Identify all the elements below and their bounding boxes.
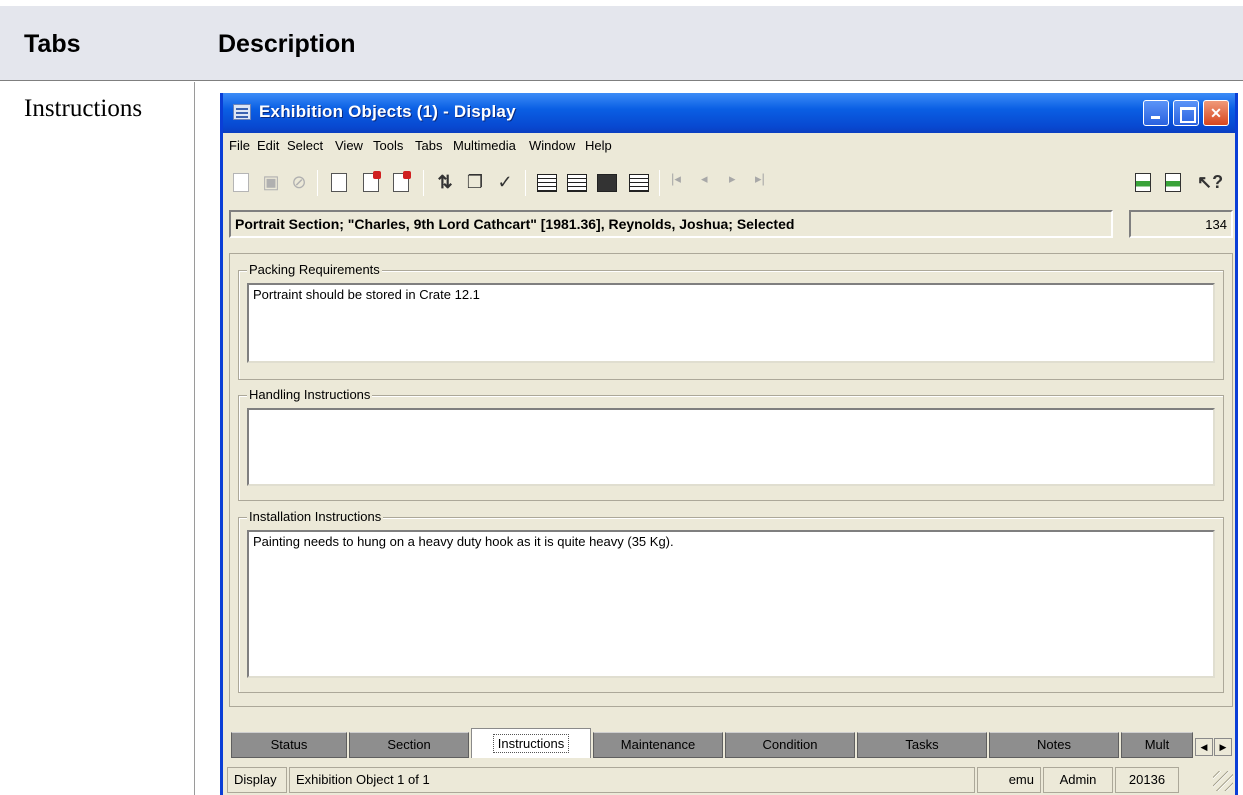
status-bar: Display Exhibition Object 1 of 1 emu Adm… <box>223 765 1235 795</box>
table-header-row: Tabs Description <box>0 6 1243 81</box>
menu-help[interactable]: Help <box>585 138 612 153</box>
spellcheck-icon[interactable]: ✓ <box>493 170 517 194</box>
installation-instructions-value: Painting needs to hung on a heavy duty h… <box>253 534 674 549</box>
toolbar-separator <box>659 170 660 196</box>
handling-instructions-label: Handling Instructions <box>247 387 373 402</box>
first-record-icon[interactable]: |◂ <box>671 171 681 187</box>
tab-instructions[interactable]: Instructions <box>471 728 591 758</box>
tab-tasks[interactable]: Tasks <box>857 732 987 758</box>
save-icon[interactable]: ▣ <box>259 170 283 194</box>
attach-icon[interactable] <box>1135 173 1151 192</box>
status-record-position: Exhibition Object 1 of 1 <box>289 767 975 793</box>
tab-instructions-label: Instructions <box>492 734 570 753</box>
toolbar: ▣ ⊘ ⇅ ❐ ✓ |◂ ◂ ▸ ▸| ↖? <box>223 161 1235 205</box>
report-icon[interactable]: ❐ <box>463 170 487 194</box>
handling-instructions-group: Handling Instructions <box>238 387 1224 501</box>
delete-record-icon[interactable] <box>393 171 411 192</box>
instructions-panel: Packing Requirements Portraint should be… <box>229 253 1233 707</box>
toolbar-separator <box>317 170 318 196</box>
installation-instructions-group: Installation Instructions Painting needs… <box>238 509 1224 693</box>
tab-section[interactable]: Section <box>349 732 469 758</box>
tab-section-label: Section <box>387 737 431 752</box>
status-database: emu <box>977 767 1041 793</box>
grid-view-icon[interactable] <box>567 174 587 192</box>
menu-file[interactable]: File <box>229 138 250 153</box>
tab-maintenance-label: Maintenance <box>620 737 696 752</box>
details-view-icon[interactable] <box>629 174 649 192</box>
app-icon <box>233 104 251 120</box>
installation-instructions-label: Installation Instructions <box>247 509 384 524</box>
menu-multimedia[interactable]: Multimedia <box>453 138 516 153</box>
window-titlebar[interactable]: Exhibition Objects (1) - Display ✕ <box>223 93 1235 133</box>
tab-maintenance[interactable]: Maintenance <box>593 732 723 758</box>
row-label-instructions: Instructions <box>24 95 143 122</box>
column-header-tabs: Tabs <box>24 30 81 58</box>
tab-notes-label: Notes <box>1037 737 1071 752</box>
toolbar-separator <box>525 170 526 196</box>
tab-condition-label: Condition <box>762 737 818 752</box>
record-summary-text: Portrait Section; "Charles, 9th Lord Cat… <box>235 216 795 232</box>
new-icon[interactable] <box>233 173 249 192</box>
insert-record-icon[interactable] <box>331 173 347 192</box>
cancel-icon[interactable]: ⊘ <box>287 170 311 194</box>
tab-multimedia[interactable]: Mult <box>1121 732 1193 758</box>
resize-grip[interactable] <box>1213 771 1233 791</box>
maximize-button[interactable] <box>1173 100 1199 126</box>
column-divider <box>194 82 195 795</box>
window-title: Exhibition Objects (1) - Display <box>259 102 516 121</box>
prev-record-icon[interactable]: ◂ <box>701 171 708 187</box>
record-summary: Portrait Section; "Charles, 9th Lord Cat… <box>229 210 1113 238</box>
menu-edit[interactable]: Edit <box>257 138 279 153</box>
packing-requirements-field[interactable]: Portraint should be stored in Crate 12.1 <box>247 283 1215 363</box>
close-button[interactable]: ✕ <box>1203 100 1229 126</box>
tab-notes[interactable]: Notes <box>989 732 1119 758</box>
list-view-icon[interactable] <box>537 174 557 192</box>
last-record-icon[interactable]: ▸| <box>755 171 765 187</box>
packing-requirements-group: Packing Requirements Portraint should be… <box>238 262 1224 380</box>
sort-icon[interactable]: ⇅ <box>433 170 457 194</box>
help-pointer-icon[interactable]: ↖? <box>1197 170 1223 194</box>
tab-condition[interactable]: Condition <box>725 732 855 758</box>
minimize-button[interactable] <box>1143 100 1169 126</box>
next-record-icon[interactable]: ▸ <box>729 171 736 187</box>
menu-select[interactable]: Select <box>287 138 323 153</box>
status-user: Admin <box>1043 767 1113 793</box>
column-header-description: Description <box>218 30 356 58</box>
record-count: 134 <box>1129 210 1233 238</box>
record-count-value: 134 <box>1205 217 1227 232</box>
menu-bar: File Edit Select View Tools Tabs Multime… <box>223 133 1235 159</box>
tab-tasks-label: Tasks <box>905 737 939 752</box>
handling-instructions-field[interactable] <box>247 408 1215 486</box>
tab-scroll-right-button[interactable]: ▶ <box>1214 738 1232 756</box>
toolbar-separator <box>423 170 424 196</box>
packing-requirements-label: Packing Requirements <box>247 262 382 277</box>
tab-multimedia-label: Mult <box>1144 737 1170 752</box>
installation-instructions-field[interactable]: Painting needs to hung on a heavy duty h… <box>247 530 1215 678</box>
tab-strip: Status Section Instructions Maintenance … <box>229 728 1233 760</box>
detach-icon[interactable] <box>1165 173 1181 192</box>
status-mode: Display <box>227 767 287 793</box>
page-view-icon[interactable] <box>597 174 617 192</box>
packing-requirements-value: Portraint should be stored in Crate 12.1 <box>253 287 480 302</box>
menu-tools[interactable]: Tools <box>373 138 403 153</box>
tab-scroll-left-button[interactable]: ◀ <box>1195 738 1213 756</box>
status-number: 20136 <box>1115 767 1179 793</box>
copy-record-icon[interactable] <box>363 171 381 192</box>
exhibition-objects-window: Exhibition Objects (1) - Display ✕ File … <box>220 93 1238 795</box>
tab-status[interactable]: Status <box>231 732 347 758</box>
menu-window[interactable]: Window <box>529 138 575 153</box>
menu-tabs[interactable]: Tabs <box>415 138 442 153</box>
menu-view[interactable]: View <box>335 138 363 153</box>
tab-status-label: Status <box>270 737 308 752</box>
